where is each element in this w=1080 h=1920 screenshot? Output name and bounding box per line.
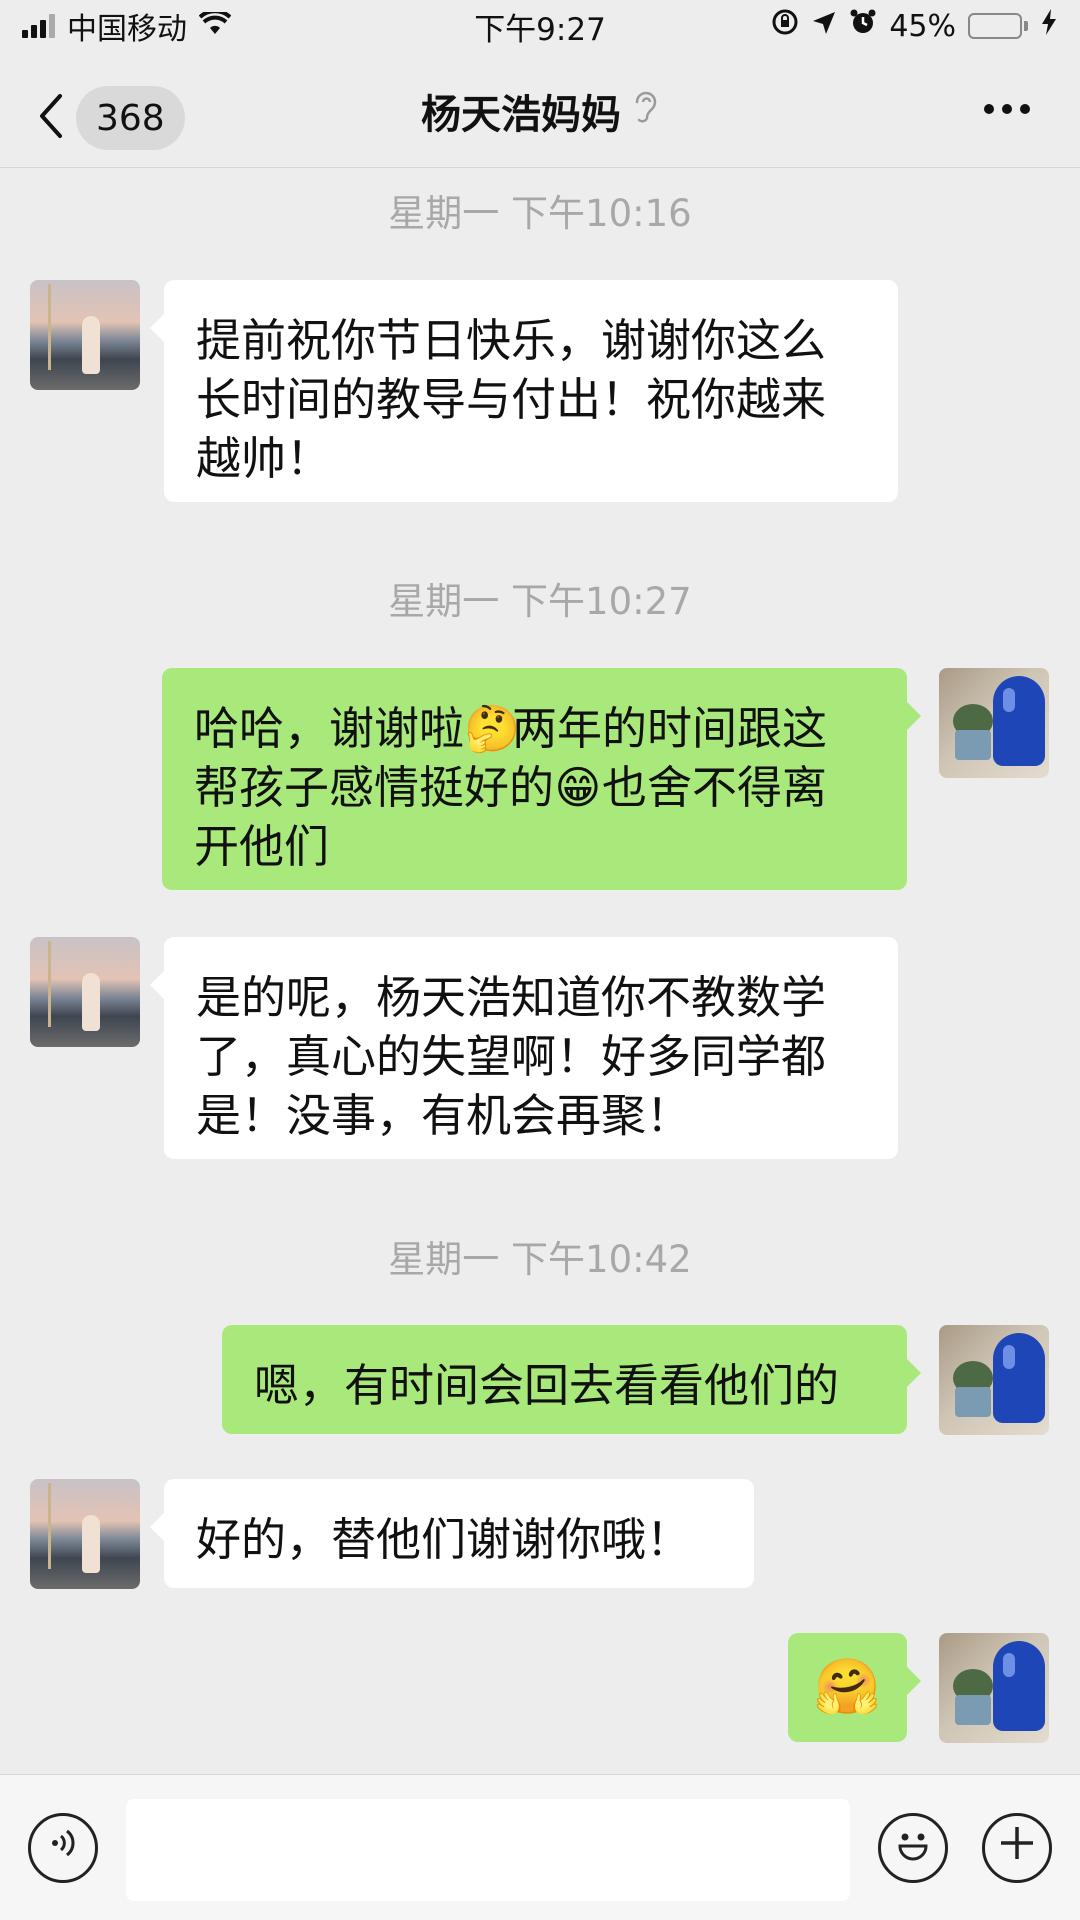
- thinking-emoji-icon: 🤔: [464, 702, 521, 755]
- sent-message[interactable]: 嗯，有时间会回去看看他们的: [222, 1325, 921, 1434]
- message-text: 开他们: [194, 820, 330, 873]
- sent-emoji-message[interactable]: 🤗: [788, 1633, 921, 1742]
- my-avatar[interactable]: [939, 1325, 1049, 1435]
- chat-header: 368 杨天浩妈妈: [0, 52, 1080, 168]
- contact-avatar[interactable]: [30, 280, 140, 390]
- timestamp: 星期一 下午10:16: [388, 192, 692, 235]
- emoji-button[interactable]: [878, 1813, 948, 1883]
- grin-emoji-icon: 😁: [554, 761, 602, 814]
- received-message[interactable]: 是的呢，杨天浩知道你不教数学 了，真心的失望啊！好多同学都 是！没事，有机会再聚…: [150, 937, 898, 1159]
- received-message[interactable]: 提前祝你节日快乐，谢谢你这么 长时间的教导与付出！祝你越来 越帅！: [150, 280, 898, 502]
- chat-title: 杨天浩妈妈: [0, 82, 1080, 140]
- alarm-icon: [849, 8, 877, 44]
- wifi-icon: [198, 8, 232, 44]
- my-avatar[interactable]: [939, 668, 1049, 778]
- charging-icon: [1040, 8, 1058, 44]
- plus-button[interactable]: [982, 1813, 1052, 1883]
- status-right: 45%: [771, 8, 1058, 44]
- hug-emoji-icon: 🤗: [813, 1655, 882, 1718]
- more-icon: [984, 104, 994, 114]
- ear-icon: [631, 86, 659, 136]
- timestamp: 星期一 下午10:27: [388, 580, 692, 623]
- battery-icon: [968, 13, 1028, 39]
- contact-avatar[interactable]: [30, 937, 140, 1047]
- sent-message[interactable]: 哈哈，谢谢啦🤔两年的时间跟这 帮孩子感情挺好的😁也舍不得离 开他们: [162, 668, 921, 890]
- carrier-label: 中国移动: [67, 12, 187, 47]
- message-text: 两年的时间跟这: [512, 702, 828, 755]
- rotation-lock-icon: [771, 8, 799, 44]
- received-message[interactable]: 好的，替他们谢谢你哦！: [150, 1479, 754, 1588]
- voice-icon: [43, 1823, 83, 1873]
- emoji-icon: [888, 1818, 938, 1878]
- signal-icon: [22, 14, 55, 38]
- plus-icon: [997, 1823, 1037, 1873]
- message-text: 哈哈，谢谢啦: [194, 702, 465, 755]
- location-icon: [811, 9, 837, 44]
- battery-percent: 45%: [889, 8, 956, 44]
- message-text: 也舍不得离: [602, 761, 828, 814]
- voice-button[interactable]: [28, 1813, 98, 1883]
- input-bar: [0, 1774, 1080, 1920]
- more-button[interactable]: [984, 104, 1030, 114]
- my-avatar[interactable]: [939, 1633, 1049, 1743]
- status-left: 中国移动: [22, 4, 232, 48]
- message-text: 帮孩子感情挺好的: [194, 761, 555, 814]
- timestamp: 星期一 下午10:42: [388, 1238, 692, 1281]
- contact-name: 杨天浩妈妈: [421, 92, 621, 138]
- message-input[interactable]: [126, 1799, 850, 1901]
- status-bar: 中国移动 下午9:27 45%: [0, 0, 1080, 52]
- contact-avatar[interactable]: [30, 1479, 140, 1589]
